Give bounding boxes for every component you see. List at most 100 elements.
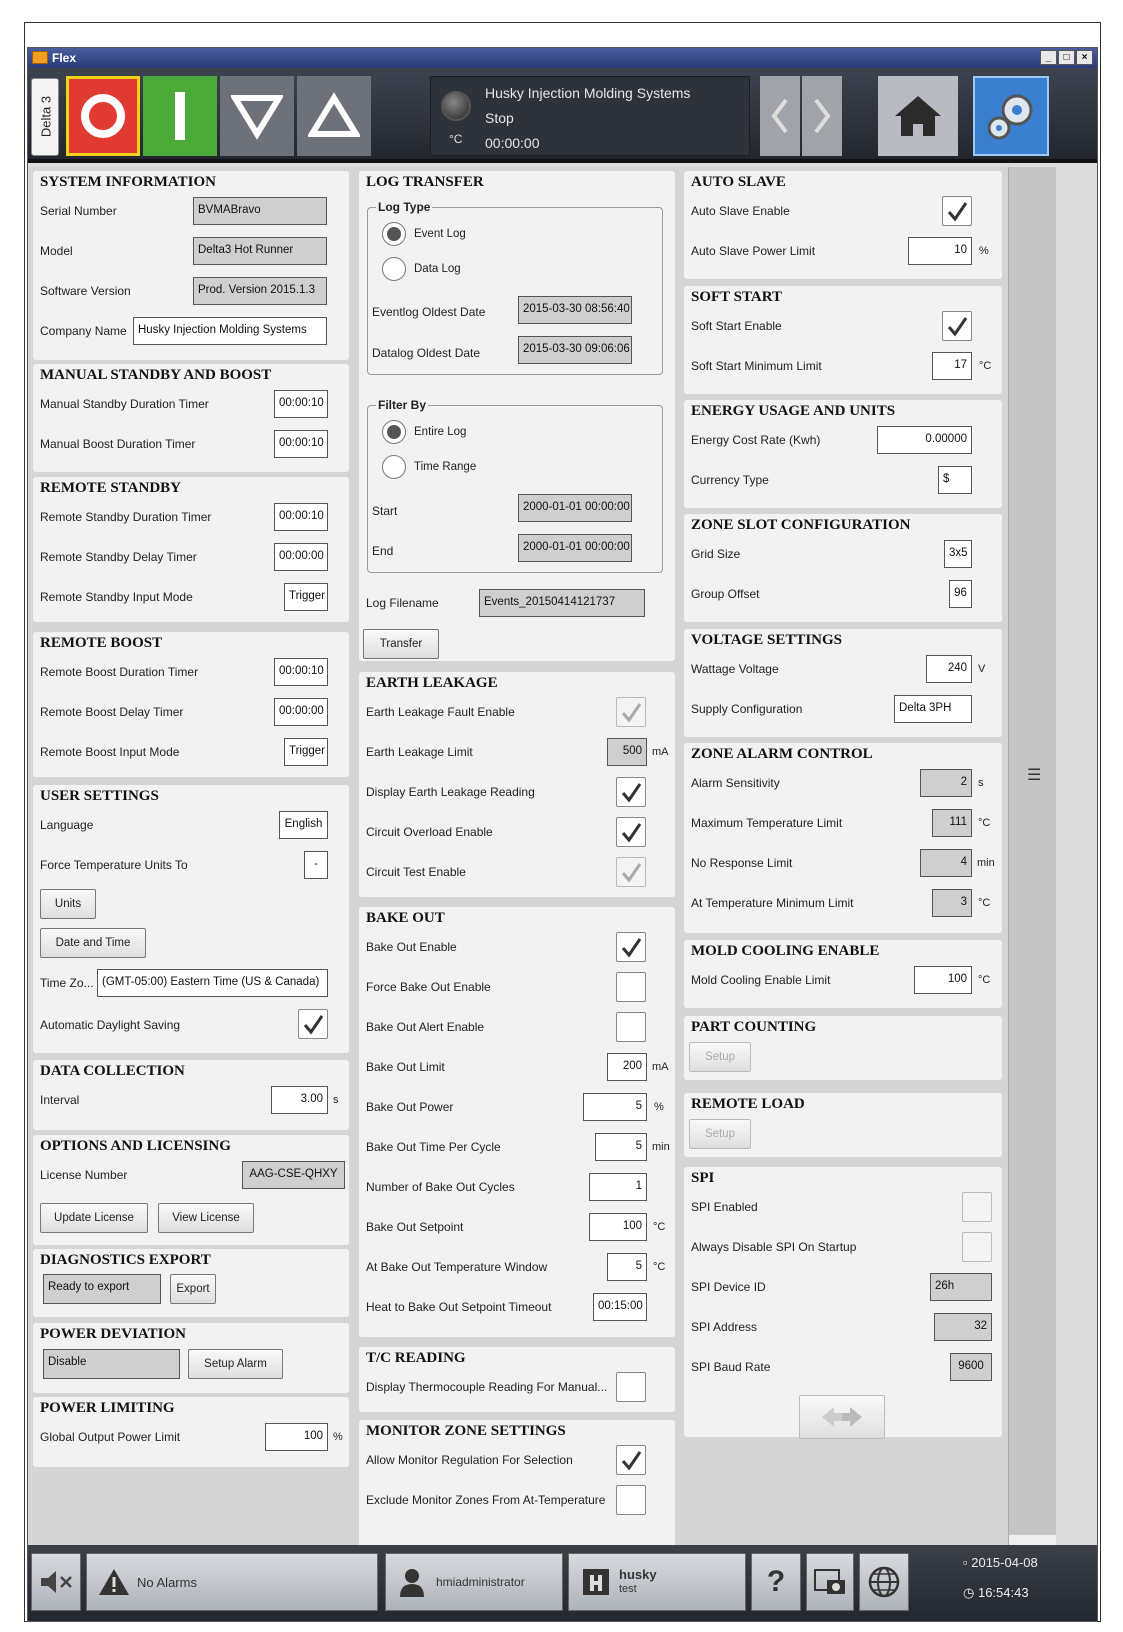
currency-field[interactable]: $ bbox=[938, 466, 972, 494]
tc-display-checkbox[interactable] bbox=[616, 1372, 646, 1402]
scrollbar[interactable]: ☰ bbox=[1008, 167, 1056, 1545]
section-title: REMOTE STANDBY bbox=[40, 480, 181, 496]
power-deviation-select[interactable]: Disable bbox=[43, 1349, 180, 1379]
grid-size-select[interactable]: 3x5 bbox=[944, 540, 972, 568]
status-state: Stop bbox=[485, 110, 514, 126]
back-button[interactable] bbox=[760, 76, 800, 156]
remote-load-setup-button[interactable]: Setup bbox=[689, 1119, 751, 1149]
bake-alert-label: Bake Out Alert Enable bbox=[366, 1020, 485, 1034]
bake-time-field[interactable]: 5 bbox=[595, 1133, 647, 1161]
entire-log-radio[interactable] bbox=[382, 420, 406, 444]
units-button[interactable]: Units bbox=[40, 889, 96, 919]
spi-baud-label: SPI Baud Rate bbox=[691, 1360, 771, 1374]
energy-rate-field[interactable]: 0.00000 bbox=[877, 426, 972, 454]
remote-boost-duration-field[interactable]: 00:00:10 bbox=[274, 658, 328, 686]
home-button[interactable] bbox=[878, 76, 958, 156]
force-bake-checkbox[interactable] bbox=[616, 972, 646, 1002]
close-button[interactable]: × bbox=[1076, 50, 1093, 65]
company-field[interactable]: Husky Injection Molding Systems bbox=[133, 317, 327, 345]
machine-tab[interactable]: Delta 3 bbox=[31, 78, 59, 156]
mute-button[interactable] bbox=[31, 1553, 81, 1611]
soft-start-min-label: Soft Start Minimum Limit bbox=[691, 359, 822, 373]
interval-field[interactable]: 3.00 bbox=[271, 1086, 328, 1114]
soft-start-enable-checkbox[interactable] bbox=[942, 311, 972, 341]
boost-button[interactable] bbox=[297, 76, 371, 156]
panel-remote-standby: REMOTE STANDBY Remote Standby Duration T… bbox=[33, 477, 349, 622]
spi-apply-button[interactable] bbox=[799, 1395, 885, 1439]
bake-alert-checkbox[interactable] bbox=[616, 1012, 646, 1042]
bake-cycles-field[interactable]: 1 bbox=[589, 1173, 647, 1201]
force-units-select[interactable]: - bbox=[304, 851, 328, 879]
manual-standby-field[interactable]: 00:00:10 bbox=[274, 390, 328, 418]
display-earth-checkbox[interactable] bbox=[616, 777, 646, 807]
transfer-button[interactable]: Transfer bbox=[363, 629, 439, 659]
stop-button[interactable] bbox=[66, 76, 140, 156]
start-button[interactable] bbox=[143, 76, 217, 156]
triangle-up-icon bbox=[308, 92, 360, 137]
dst-checkbox[interactable] bbox=[298, 1009, 328, 1039]
maximize-button[interactable]: □ bbox=[1058, 50, 1075, 65]
settings-button[interactable] bbox=[973, 76, 1049, 156]
earth-limit-label: Earth Leakage Limit bbox=[366, 745, 473, 759]
time-range-radio[interactable] bbox=[382, 455, 406, 479]
remote-boost-delay-field[interactable]: 00:00:00 bbox=[274, 698, 328, 726]
export-button[interactable]: Export bbox=[170, 1274, 216, 1304]
circuit-overload-checkbox[interactable] bbox=[616, 817, 646, 847]
log-filename-field[interactable]: Events_20150414121737 bbox=[479, 589, 645, 617]
alarms-button[interactable]: No Alarms bbox=[86, 1553, 378, 1611]
forward-button[interactable] bbox=[802, 76, 842, 156]
globe-icon bbox=[868, 1566, 900, 1598]
group-offset-label: Group Offset bbox=[691, 587, 760, 601]
remote-standby-delay-field[interactable]: 00:00:00 bbox=[274, 543, 328, 571]
soft-start-min-field[interactable]: 17 bbox=[932, 352, 972, 380]
bake-window-field[interactable]: 5 bbox=[607, 1253, 647, 1281]
bake-setpoint-field[interactable]: 100 bbox=[589, 1213, 647, 1241]
part-counting-setup-button[interactable]: Setup bbox=[689, 1042, 751, 1072]
filter-by-group: Filter By Entire Log Time Range Start 20… bbox=[367, 398, 663, 573]
global-power-field[interactable]: 100 bbox=[265, 1423, 328, 1451]
supply-config-select[interactable]: Delta 3PH bbox=[894, 695, 972, 723]
user-button[interactable]: hmiadministrator bbox=[385, 1553, 563, 1611]
update-license-button[interactable]: Update License bbox=[40, 1203, 148, 1233]
view-license-button[interactable]: View License bbox=[158, 1203, 254, 1233]
date-time-button[interactable]: Date and Time bbox=[40, 928, 146, 958]
circuit-test-label: Circuit Test Enable bbox=[366, 865, 466, 879]
interval-label: Interval bbox=[40, 1093, 80, 1107]
timezone-select[interactable]: (GMT-05:00) Eastern Time (US & Canada) bbox=[97, 969, 328, 997]
group-offset-field[interactable]: 96 bbox=[949, 580, 972, 608]
model-field: Delta3 Hot Runner bbox=[193, 237, 327, 265]
language-button[interactable] bbox=[859, 1553, 909, 1611]
screenshot-button[interactable] bbox=[806, 1553, 854, 1611]
standby-button[interactable] bbox=[220, 76, 294, 156]
remote-boost-input-select[interactable]: Trigger bbox=[284, 738, 328, 766]
soft-start-enable-label: Soft Start Enable bbox=[691, 319, 782, 333]
bake-window-unit: °C bbox=[653, 1261, 666, 1273]
remote-boost-delay-label: Remote Boost Delay Timer bbox=[40, 705, 184, 719]
event-log-radio[interactable] bbox=[382, 222, 406, 246]
start-field[interactable]: 2000-01-01 00:00:00 bbox=[518, 494, 632, 522]
alarm-sensitivity-unit: s bbox=[978, 777, 984, 789]
auto-slave-enable-checkbox[interactable] bbox=[942, 196, 972, 226]
bake-enable-checkbox[interactable] bbox=[616, 932, 646, 962]
software-label: Software Version bbox=[40, 284, 131, 298]
minimize-button[interactable]: _ bbox=[1040, 50, 1057, 65]
help-button[interactable]: ? bbox=[751, 1553, 801, 1611]
mold-cooling-field[interactable]: 100 bbox=[914, 966, 972, 994]
time-range-label: Time Range bbox=[414, 461, 477, 473]
setup-alarm-button[interactable]: Setup Alarm bbox=[188, 1349, 283, 1379]
scroll-handle-icon[interactable]: ☰ bbox=[1027, 765, 1041, 785]
auto-slave-limit-field[interactable]: 10 bbox=[908, 237, 972, 265]
end-field[interactable]: 2000-01-01 00:00:00 bbox=[518, 534, 632, 562]
wattage-voltage-field[interactable]: 240 bbox=[926, 655, 972, 683]
exclude-monitor-checkbox[interactable] bbox=[616, 1485, 646, 1515]
remote-standby-duration-field[interactable]: 00:00:10 bbox=[274, 503, 328, 531]
bake-power-field[interactable]: 5 bbox=[583, 1093, 647, 1121]
manual-boost-field[interactable]: 00:00:10 bbox=[274, 430, 328, 458]
bake-limit-field[interactable]: 200 bbox=[607, 1053, 647, 1081]
language-select[interactable]: English bbox=[279, 811, 328, 839]
remote-standby-input-select[interactable]: Trigger bbox=[284, 583, 328, 611]
data-log-radio[interactable] bbox=[382, 257, 406, 281]
allow-monitor-checkbox[interactable] bbox=[616, 1445, 646, 1475]
bake-timeout-field[interactable]: 00:15:00 bbox=[593, 1293, 647, 1321]
brand-button[interactable]: husky test bbox=[568, 1553, 746, 1611]
